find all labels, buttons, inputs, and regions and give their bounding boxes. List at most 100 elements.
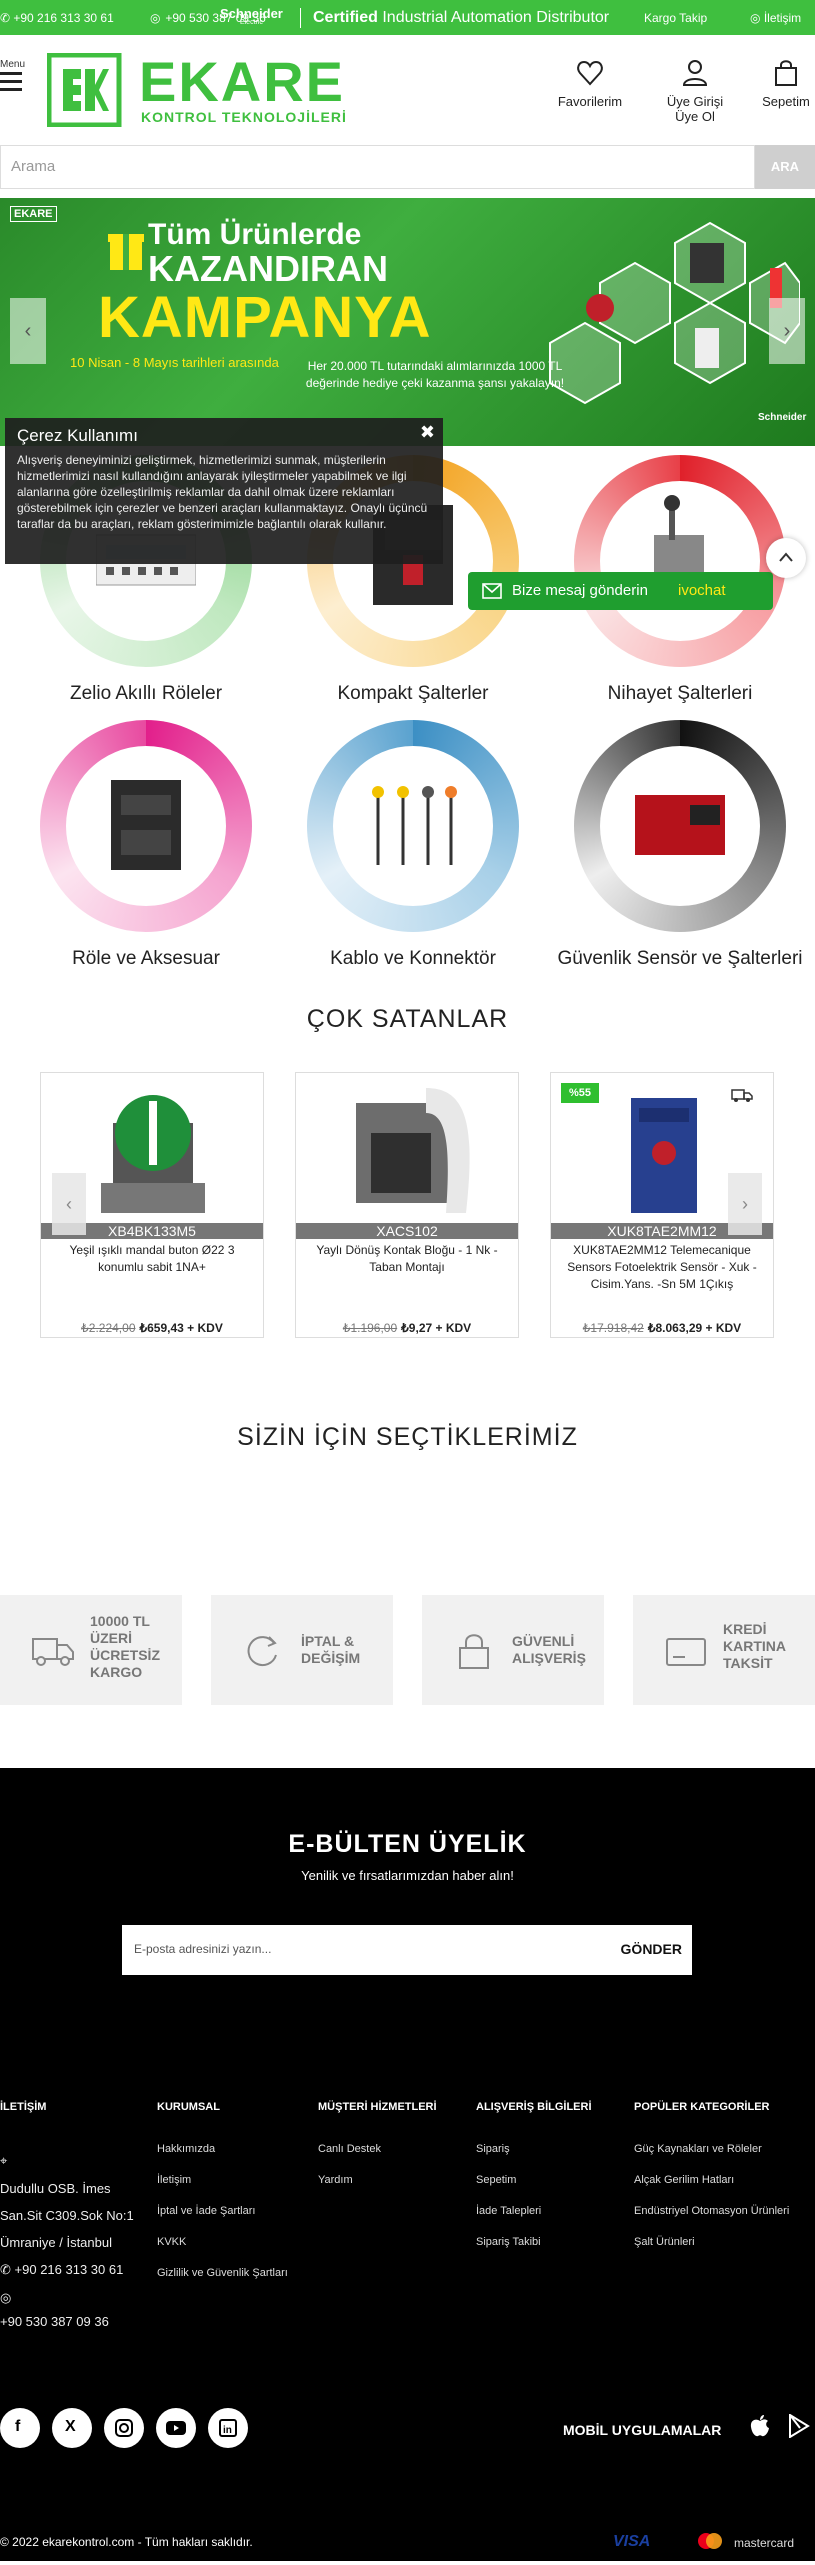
svg-text:in: in <box>223 2425 232 2436</box>
chat-widget-button[interactable]: Bize mesaj gönderin ivochat <box>468 572 773 610</box>
product-price: ₺1.196,00 ₺9,27 + KDV <box>342 1321 472 1335</box>
footer-col-title: KURUMSAL <box>157 2101 220 2113</box>
newsletter-email-input[interactable]: E-posta adresinizi yazın... <box>134 1942 271 1956</box>
product-price: ₺2.224,00 ₺659,43 + KDV <box>81 1321 223 1335</box>
scroll-top-button[interactable] <box>766 538 806 578</box>
footer-link[interactable]: İletişim <box>157 2174 288 2186</box>
footer-link[interactable]: Canlı Destek <box>318 2143 437 2155</box>
chat-brand: ivochat <box>678 582 726 599</box>
product-name[interactable]: Yeşil ışıklı mandal buton Ø22 3 konumlu … <box>49 1242 255 1294</box>
footer-whatsapp[interactable]: +90 530 387 09 36 <box>0 2314 134 2329</box>
user-icon <box>680 58 710 88</box>
truck-icon <box>32 1638 74 1666</box>
linkedin-link[interactable]: in <box>208 2408 248 2448</box>
product-price: ₺17.918,42 ₺8.063,29 + KDV <box>582 1321 742 1335</box>
feature-box: 10000 TL ÜZERİ ÜCRETSİZ KARGO <box>0 1595 182 1705</box>
footer-link[interactable]: Şalt Ürünleri <box>634 2236 789 2248</box>
mail-icon <box>482 583 502 599</box>
instagram-link[interactable] <box>104 2408 144 2448</box>
google-play-icon[interactable] <box>788 2414 810 2438</box>
cargo-tracking-link[interactable]: Kargo Takip <box>644 11 707 25</box>
category-label: Nihayet Şalterleri <box>607 683 753 704</box>
bestsellers-title: ÇOK SATANLAR <box>306 1005 509 1033</box>
footer-phone[interactable]: ✆ +90 216 313 30 61 <box>0 2262 134 2278</box>
banner-next-button[interactable]: › <box>769 298 805 364</box>
contact-info: ⌖ Dudullu OSB. İmes San.Sit C309.Sok No:… <box>0 2153 134 2329</box>
footer-col: KURUMSAL Hakkımızda İletişim İptal ve İa… <box>157 2101 288 2298</box>
cookie-text: Alışveriş deneyiminizi geliştirmek, hizm… <box>17 453 428 531</box>
login-button[interactable]: Üye Girişi Üye Ol <box>655 58 735 124</box>
category-label: Kablo ve Konnektör <box>330 948 496 969</box>
cart-label: Sepetim <box>762 94 810 109</box>
footer-link[interactable]: Alçak Gerilim Hatları <box>634 2174 789 2186</box>
logo-wordmark: EKARE <box>139 50 346 113</box>
footer-link[interactable]: Sipariş <box>476 2143 592 2155</box>
site-logo[interactable]: EKARE KONTROL TEKNOLOJİLERİ <box>47 50 377 127</box>
search-button[interactable]: ARA <box>755 145 815 189</box>
favorites-button[interactable]: Favorilerim <box>555 58 625 109</box>
phone-link[interactable]: ✆ +90 216 313 30 61 <box>0 11 114 25</box>
category-item[interactable]: Kablo ve Konnektör <box>280 720 546 970</box>
product-name[interactable]: XUK8TAE2MM12 Telemecanique Sensors Fotoe… <box>559 1242 765 1294</box>
feature-text: İPTAL & DEĞİŞİM <box>301 1633 361 1666</box>
cookie-title: Çerez Kullanımı <box>17 426 138 445</box>
facebook-link[interactable]: f <box>0 2408 40 2448</box>
mastercard-icon <box>698 2533 722 2549</box>
footer-col-title: MÜŞTERİ HİZMETLERİ <box>318 2101 437 2113</box>
logo-tagline: KONTROL TEKNOLOJİLERİ <box>141 109 347 125</box>
search-input[interactable]: Arama <box>0 145 755 189</box>
map-pin-icon: ⌖ <box>0 2153 8 2168</box>
certified-text: Certified Industrial Automation Distribu… <box>313 9 610 26</box>
category-image <box>40 720 252 932</box>
footer-link[interactable]: Endüstriyel Otomasyon Ürünleri <box>634 2205 789 2217</box>
footer-link[interactable]: KVKK <box>157 2236 288 2248</box>
banner-prev-button[interactable]: ‹ <box>10 298 46 364</box>
feature-text: 10000 TL ÜZERİ ÜCRETSİZ KARGO <box>90 1613 160 1680</box>
footer-col-title: ALIŞVERİŞ BİLGİLERİ <box>476 2101 592 2113</box>
contact-link[interactable]: ◎ İletişim <box>750 11 801 25</box>
newsletter-form: E-posta adresinizi yazın... GÖNDER <box>122 1925 692 1975</box>
newsletter-submit-button[interactable]: GÖNDER <box>621 1941 682 1957</box>
x-link[interactable]: X <box>52 2408 92 2448</box>
visa-logo: VISA <box>613 2533 651 2550</box>
footer-link[interactable]: İptal ve İade Şartları <box>157 2205 288 2217</box>
menu-button[interactable]: Menu <box>0 59 25 96</box>
footer-link[interactable]: İade Talepleri <box>476 2205 592 2217</box>
footer-col: MÜŞTERİ HİZMETLERİ Canlı Destek Yardım <box>318 2101 437 2205</box>
chevron-right-icon: › <box>783 320 791 342</box>
register-label: Üye Ol <box>675 109 715 124</box>
chevron-up-icon <box>779 552 793 562</box>
product-name[interactable]: Yaylı Dönüş Kontak Bloğu - 1 Nk - Taban … <box>304 1242 510 1294</box>
top-bar: ✆ +90 216 313 30 61 ◎ +90 530 387 09 36 … <box>0 0 815 35</box>
youtube-link[interactable] <box>156 2408 196 2448</box>
copyright: © 2022 ekarekontrol.com - Tüm hakları sa… <box>0 2535 253 2549</box>
footer-link[interactable]: Sepetim <box>476 2174 592 2186</box>
footer-link[interactable]: Gizlilik ve Güvenlik Şartları <box>157 2267 288 2279</box>
credit-card-icon <box>666 1638 706 1666</box>
category-label: Zelio Akıllı Röleler <box>69 683 223 704</box>
campaign-banner[interactable]: EKARE Tüm Ürünlerde KAZANDIRAN KAMPANYA … <box>0 198 815 446</box>
category-item[interactable]: Güvenlik Sensör ve Şalterleri <box>547 720 813 970</box>
apple-icon[interactable] <box>750 2414 770 2438</box>
linkedin-icon: in <box>219 2419 237 2437</box>
slider-next-button[interactable]: › <box>728 1173 762 1235</box>
feature-box: GÜVENLİ ALIŞVERİŞ <box>422 1595 604 1705</box>
category-image <box>574 720 786 932</box>
phone-number: +90 216 313 30 61 <box>13 11 114 25</box>
schneider-logo: Schneider Electric <box>220 6 283 26</box>
favorites-label: Favorilerim <box>557 94 623 109</box>
footer-col: ALIŞVERİŞ BİLGİLERİ Sipariş Sepetim İade… <box>476 2101 592 2267</box>
cart-button[interactable]: Sepetim <box>757 58 815 109</box>
product-card[interactable]: XACS102 Yaylı Dönüş Kontak Bloğu - 1 Nk … <box>295 1072 519 1338</box>
shopping-bag-icon <box>771 58 801 88</box>
chevron-right-icon: › <box>742 1194 748 1214</box>
slider-prev-button[interactable]: ‹ <box>52 1173 86 1235</box>
footer-link[interactable]: Sipariş Takibi <box>476 2236 592 2248</box>
footer-link[interactable]: Hakkımızda <box>157 2143 288 2155</box>
banner-products-image <box>549 221 800 405</box>
footer-link[interactable]: Yardım <box>318 2174 437 2186</box>
footer-link[interactable]: Güç Kaynakları ve Röleler <box>634 2143 789 2155</box>
category-item[interactable]: Röle ve Aksesuar <box>13 720 279 970</box>
close-icon[interactable]: ✖ <box>420 422 435 443</box>
whatsapp-icon: ◎ <box>150 11 161 25</box>
